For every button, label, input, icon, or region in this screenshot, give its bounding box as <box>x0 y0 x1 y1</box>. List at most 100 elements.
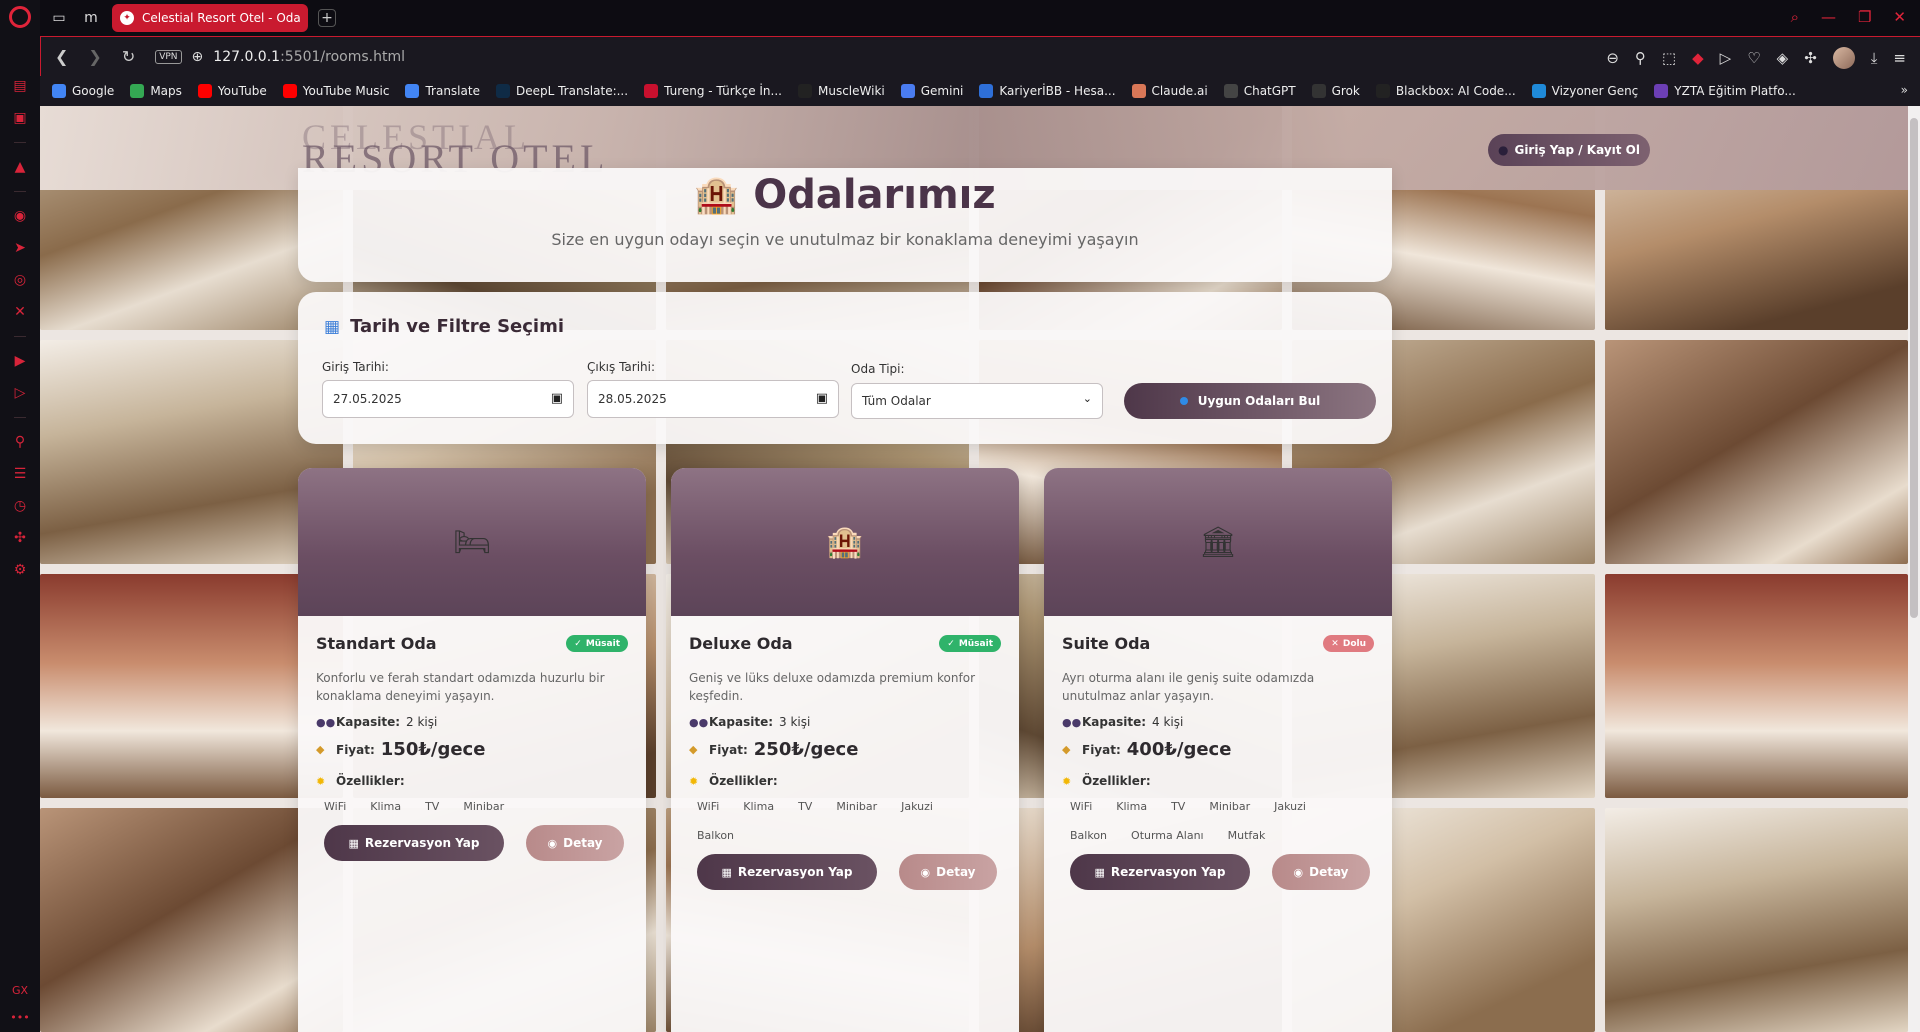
page-viewport[interactable]: CELESTIAL RESORT OTEL ● Giriş Yap / Kayı… <box>40 106 1908 1032</box>
calendar-picker-icon[interactable]: ▣ <box>551 391 563 406</box>
workspace-m-icon[interactable]: m <box>78 5 104 31</box>
bookmark-item[interactable]: MuscleWiki <box>797 84 885 98</box>
find-rooms-button[interactable]: Uygun Odaları Bul <box>1124 383 1376 419</box>
bookmark-favicon-icon <box>644 84 659 98</box>
bookmark-item[interactable]: Maps <box>130 84 182 98</box>
settings-icon[interactable]: ⚙ <box>9 559 31 581</box>
bookmark-favicon-icon <box>1654 84 1669 98</box>
tab-active[interactable]: ✦ Celestial Resort Otel - Oda <box>112 4 308 32</box>
detail-button[interactable]: ◉ Detay <box>526 825 624 861</box>
bookmark-label: Tureng - Türkçe İn... <box>664 84 782 98</box>
capacity-label: Kapasite: <box>709 715 774 729</box>
gx-control-icon[interactable]: ◈ <box>1777 49 1789 67</box>
bookmark-item[interactable]: ChatGPT <box>1223 84 1296 98</box>
profile-avatar[interactable] <box>1832 47 1855 69</box>
room-card-header: Standart Oda ✓ Müsait <box>316 634 628 653</box>
favorite-heart-icon[interactable]: ♡ <box>1747 49 1760 67</box>
sidebar-bottom: GX ••• <box>0 970 40 1024</box>
reserve-button[interactable]: ▦ Rezervasyon Yap <box>1070 854 1250 890</box>
detail-button[interactable]: ◉ Detay <box>1272 854 1370 890</box>
player-icon[interactable]: ▷ <box>1720 49 1732 67</box>
bookmarks-more-icon[interactable]: » <box>1901 83 1908 97</box>
twitch-icon[interactable]: ▤ <box>9 75 31 97</box>
room-actions: ▦ Rezervasyon Yap ◉ Detay <box>689 854 1001 890</box>
history-icon[interactable]: ◷ <box>9 495 31 517</box>
pin-icon[interactable]: ⚲ <box>9 431 31 453</box>
bookmark-item[interactable]: Claude.ai <box>1131 84 1208 98</box>
calendar-picker-icon[interactable]: ▣ <box>816 391 828 406</box>
chevron-down-icon: ⌄ <box>1082 392 1092 405</box>
vpn-badge[interactable]: VPN <box>155 49 182 64</box>
gx-corner-icon[interactable]: ▣ <box>9 107 31 129</box>
scrollbar-thumb[interactable] <box>1910 118 1918 618</box>
price-row: ◆ Fiyat: 250₺/gece <box>689 739 1001 760</box>
room-type-select[interactable]: Tüm Odalar ⌄ <box>851 383 1103 419</box>
eye-icon: ◉ <box>1293 865 1304 879</box>
extensions-icon[interactable]: ✣ <box>9 527 31 549</box>
people-icon: ●● <box>1062 715 1082 729</box>
capacity-row: ●● Kapasite: 2 kişi <box>316 715 628 729</box>
extensions-puzzle-icon[interactable]: ✣ <box>1804 49 1817 67</box>
bookmark-label: YZTA Eğitim Platfo... <box>1674 84 1796 98</box>
checkin-date-input[interactable]: 27.05.2025 ▣ <box>322 380 574 418</box>
features-label: Özellikler: <box>709 774 778 788</box>
pocket-icon[interactable]: ◆ <box>1692 49 1704 67</box>
bookmark-favicon-icon <box>1375 84 1390 98</box>
whatsapp-icon[interactable]: ◉ <box>9 205 31 227</box>
snapshot-icon[interactable]: ⬚ <box>1662 49 1676 67</box>
reserve-button[interactable]: ▦ Rezervasyon Yap <box>697 854 877 890</box>
bookmark-item[interactable]: Gemini <box>900 84 963 98</box>
minimize-icon[interactable]: — <box>1821 8 1836 26</box>
telegram-icon[interactable]: ➤ <box>9 237 31 259</box>
bookmark-label: KariyerİBB - Hesa... <box>999 84 1116 98</box>
back-icon[interactable]: ❮ <box>55 47 68 66</box>
bookmark-favicon-icon <box>495 84 510 98</box>
bookmark-item[interactable]: Blackbox: AI Code... <box>1375 84 1516 98</box>
detail-button[interactable]: ◉ Detay <box>899 854 997 890</box>
reload-icon[interactable]: ↻ <box>122 47 135 66</box>
login-register-button[interactable]: ● Giriş Yap / Kayıt Ol <box>1488 134 1650 166</box>
x-icon[interactable]: ✕ <box>9 301 31 323</box>
bookmark-item[interactable]: YouTube Music <box>282 84 389 98</box>
reserve-button[interactable]: ▦ Rezervasyon Yap <box>324 825 504 861</box>
close-icon[interactable]: ✕ <box>1893 8 1906 26</box>
bookmark-item[interactable]: YZTA Eğitim Platfo... <box>1654 84 1796 98</box>
bookmark-item[interactable]: KariyerİBB - Hesa... <box>979 84 1116 98</box>
bookmark-item[interactable]: Vizyoner Genç <box>1531 84 1638 98</box>
status-label: Dolu <box>1342 638 1366 649</box>
feature-tag: Klima <box>743 800 775 813</box>
room-actions: ▦ Rezervasyon Yap ◉ Detay <box>1062 854 1374 890</box>
new-tab-button[interactable]: + <box>318 9 336 27</box>
more-icon[interactable]: ••• <box>0 1011 40 1024</box>
bookmark-item[interactable]: Grok <box>1311 84 1360 98</box>
menu-icon[interactable]: ≡ <box>1893 49 1906 67</box>
forward-icon[interactable]: ❯ <box>88 47 101 66</box>
checkout-label: Çıkış Tarihi: <box>587 360 656 374</box>
checkout-date-input[interactable]: 28.05.2025 ▣ <box>587 380 839 418</box>
zoom-icon[interactable]: ⊖ <box>1606 49 1619 67</box>
restore-icon[interactable]: ❐ <box>1858 8 1871 26</box>
site-info-icon[interactable]: ⊕ <box>192 49 204 65</box>
bookmark-item[interactable]: YouTube <box>197 84 267 98</box>
bookmark-item[interactable]: DeepL Translate:... <box>495 84 628 98</box>
bookmark-item[interactable]: Google <box>52 84 114 98</box>
instagram-icon[interactable]: ◎ <box>9 269 31 291</box>
opera-logo-icon[interactable] <box>9 6 31 28</box>
aria-icon[interactable]: ▲ <box>9 156 31 178</box>
bookmark-item[interactable]: Translate <box>405 84 480 98</box>
features-label: Özellikler: <box>1082 774 1151 788</box>
tabs-icon[interactable]: ☰ <box>9 463 31 485</box>
bookmark-item[interactable]: Tureng - Türkçe İn... <box>644 84 782 98</box>
download-icon[interactable]: ⤓ <box>1871 49 1878 67</box>
music-player-icon[interactable]: ▶ <box>9 350 31 372</box>
url-field[interactable]: 127.0.0.1:5501/rooms.html <box>213 49 405 65</box>
pin-page-icon[interactable]: ⚲ <box>1635 49 1646 67</box>
bookmark-favicon-icon <box>1223 84 1238 98</box>
tab-search-icon[interactable]: ⌕ <box>1791 8 1799 26</box>
price-row: ◆ Fiyat: 150₺/gece <box>316 739 628 760</box>
gx-icon[interactable]: GX <box>0 984 40 997</box>
page-scrollbar[interactable] <box>1908 106 1920 1032</box>
bookmark-favicon-icon <box>1531 84 1546 98</box>
tab-island-icon[interactable]: ▭ <box>46 5 72 31</box>
send-icon[interactable]: ▷ <box>9 382 31 404</box>
